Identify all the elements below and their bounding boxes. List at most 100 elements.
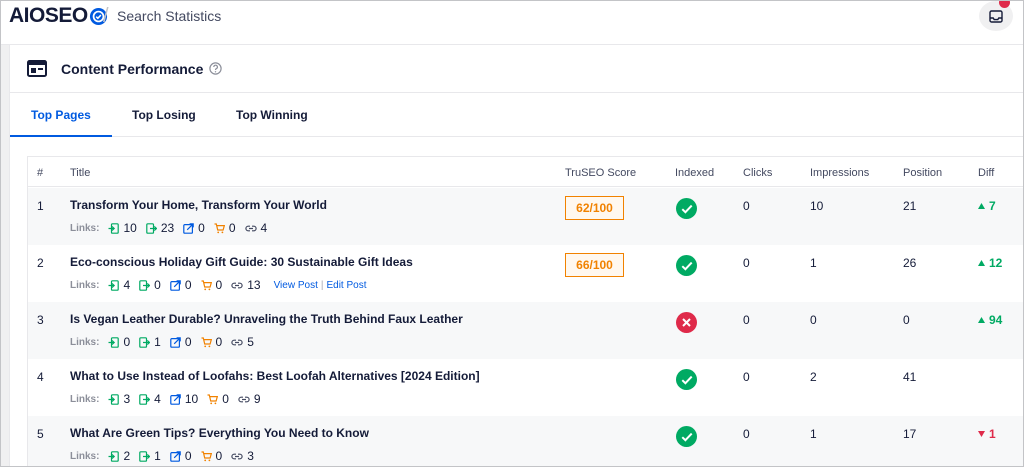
links-summary: Links: 10 23 0 0 4 bbox=[70, 221, 276, 235]
affiliate-links: 0 bbox=[201, 335, 222, 349]
row-number: 5 bbox=[37, 427, 44, 441]
external-link-icon bbox=[170, 393, 181, 405]
inbound-link-icon bbox=[108, 336, 120, 348]
col-impressions: Impressions bbox=[810, 167, 870, 179]
logo-suffix: SEO bbox=[44, 4, 88, 27]
cart-icon bbox=[207, 393, 219, 404]
col-truseo-score: TruSEO Score bbox=[565, 167, 637, 179]
tab-top-losing[interactable]: Top Losing bbox=[132, 108, 196, 122]
outbound-link-icon bbox=[139, 450, 151, 462]
breadcrumb-separator: / bbox=[103, 5, 109, 27]
edit-post-link[interactable]: Edit Post bbox=[326, 280, 366, 291]
cart-icon bbox=[201, 279, 212, 290]
external-count: 0 bbox=[184, 335, 192, 349]
trend-arrow-icon bbox=[978, 431, 985, 437]
col-position: Position bbox=[903, 167, 943, 179]
external-links: 0 bbox=[183, 221, 205, 235]
affiliate-count: 0 bbox=[222, 392, 229, 406]
impressions-value: 2 bbox=[810, 370, 817, 384]
outbound-links: 23 bbox=[146, 221, 174, 235]
trend-arrow-icon bbox=[978, 203, 985, 209]
indexed-status bbox=[676, 369, 697, 390]
links-label: Links: bbox=[70, 336, 100, 348]
truseo-score-badge: 62/100 bbox=[565, 196, 624, 220]
cart-icon bbox=[201, 336, 212, 347]
outbound-count: 4 bbox=[154, 392, 161, 406]
content-performance-card: Content Performance Top Pages Top Losing… bbox=[9, 45, 1023, 466]
external-link-icon bbox=[183, 222, 194, 234]
row-actions: View Post | Edit Post bbox=[274, 280, 367, 291]
affiliate-links: 0 bbox=[201, 449, 222, 463]
position-value: 26 bbox=[903, 256, 917, 270]
external-links: 0 bbox=[170, 278, 192, 292]
position-value: 0 bbox=[903, 313, 910, 327]
chain-link-icon bbox=[231, 339, 243, 345]
total-links: 9 bbox=[238, 392, 261, 406]
inbound-links: 2 bbox=[108, 449, 130, 463]
inbound-count: 10 bbox=[123, 221, 137, 235]
tab-top-winning[interactable]: Top Winning bbox=[236, 108, 308, 122]
total-count: 3 bbox=[247, 449, 254, 463]
inbox-icon bbox=[989, 9, 1003, 23]
row-number: 3 bbox=[37, 313, 44, 327]
diff-number: 1 bbox=[989, 427, 996, 441]
clicks-value: 0 bbox=[743, 427, 750, 441]
inbound-count: 0 bbox=[123, 335, 131, 349]
layout-icon bbox=[27, 60, 47, 77]
outbound-link-icon bbox=[139, 393, 151, 405]
impressions-value: 1 bbox=[810, 427, 817, 441]
col-diff: Diff bbox=[978, 167, 995, 179]
outbound-links: 1 bbox=[139, 335, 161, 349]
card-title: Content Performance bbox=[61, 61, 204, 77]
diff-value: 12 bbox=[978, 256, 1002, 270]
external-count: 0 bbox=[184, 449, 192, 463]
links-label: Links: bbox=[70, 393, 100, 405]
external-count: 0 bbox=[198, 221, 205, 235]
check-icon bbox=[681, 432, 692, 442]
links-label: Links: bbox=[70, 450, 100, 462]
total-links: 5 bbox=[231, 335, 254, 349]
chain-link-icon bbox=[244, 225, 257, 231]
impressions-value: 10 bbox=[810, 199, 824, 213]
external-count: 0 bbox=[184, 278, 192, 292]
indexed-status bbox=[676, 255, 697, 276]
trend-arrow-icon bbox=[978, 260, 985, 266]
position-value: 17 bbox=[903, 427, 917, 441]
active-tab-indicator bbox=[10, 135, 112, 137]
top-header: AIO SEO / Search Statistics bbox=[1, 1, 1023, 45]
inbound-count: 4 bbox=[123, 278, 131, 292]
position-value: 21 bbox=[903, 199, 917, 213]
pages-table: # Title TruSEO Score Indexed Clicks Impr… bbox=[27, 156, 1023, 466]
row-title-link[interactable]: What Are Green Tips? Everything You Need… bbox=[70, 426, 369, 440]
links-label: Links: bbox=[70, 279, 100, 291]
col-clicks: Clicks bbox=[743, 167, 773, 179]
view-post-link[interactable]: View Post bbox=[274, 280, 318, 291]
links-summary: Links: 2 1 0 0 3 bbox=[70, 449, 263, 463]
inbound-links: 4 bbox=[108, 278, 130, 292]
external-link-icon bbox=[170, 336, 181, 348]
table-row: 4 What to Use Instead of Loofahs: Best L… bbox=[28, 359, 1023, 416]
outbound-count: 1 bbox=[154, 449, 161, 463]
help-icon[interactable] bbox=[209, 62, 222, 75]
table-row: 2 Eco-conscious Holiday Gift Guide: 30 S… bbox=[28, 245, 1023, 302]
clicks-value: 0 bbox=[743, 313, 750, 327]
diff-value: 1 bbox=[978, 427, 996, 441]
check-icon bbox=[681, 204, 692, 214]
tab-top-pages[interactable]: Top Pages bbox=[31, 108, 91, 122]
diff-value: 94 bbox=[978, 313, 1002, 327]
total-links: 3 bbox=[231, 449, 254, 463]
cart-icon bbox=[201, 450, 212, 461]
row-title-link[interactable]: Eco-conscious Holiday Gift Guide: 30 Sus… bbox=[70, 255, 413, 269]
outbound-count: 1 bbox=[154, 335, 161, 349]
row-title-link[interactable]: Is Vegan Leather Durable? Unraveling the… bbox=[70, 312, 463, 326]
aioseo-logo[interactable]: AIO SEO bbox=[9, 4, 109, 28]
cart-icon bbox=[214, 222, 225, 233]
row-number: 2 bbox=[37, 256, 44, 270]
check-icon bbox=[681, 375, 692, 385]
affiliate-links: 0 bbox=[201, 278, 222, 292]
x-icon bbox=[682, 318, 691, 327]
row-title-link[interactable]: What to Use Instead of Loofahs: Best Loo… bbox=[70, 369, 480, 383]
row-title-link[interactable]: Transform Your Home, Transform Your Worl… bbox=[70, 198, 327, 212]
outbound-link-icon bbox=[139, 279, 151, 291]
inbound-link-icon bbox=[108, 450, 120, 462]
